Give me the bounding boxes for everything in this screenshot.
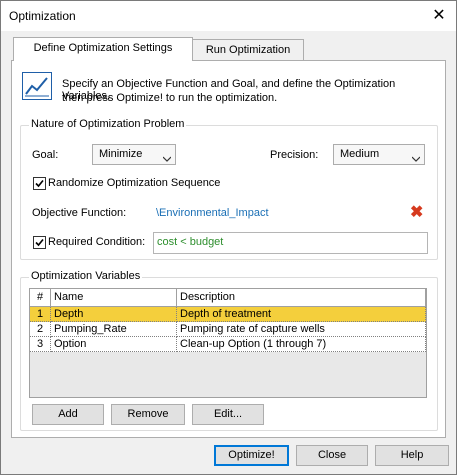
column-header-number[interactable]: # [30,289,51,307]
precision-label: Precision: [270,149,319,161]
help-button[interactable]: Help [375,445,449,466]
optimize-button[interactable]: Optimize! [214,445,289,466]
edit-button[interactable]: Edit... [192,404,264,425]
required-condition-label: Required Condition: [48,236,146,248]
required-condition-input[interactable]: cost < budget [153,232,428,254]
row-description: Clean-up Option (1 through 7) [177,337,426,352]
remove-button[interactable]: Remove [111,404,185,425]
close-button[interactable]: Close [296,445,368,466]
checkmark-icon [35,179,44,188]
precision-value: Medium [340,148,380,160]
goal-value: Minimize [99,148,143,160]
window-title: Optimization [9,9,76,23]
table-row[interactable]: 1 Depth Depth of treatment [30,307,426,322]
close-window-icon[interactable]: ✕ [422,1,456,31]
goal-dropdown[interactable]: Minimize [92,144,176,165]
table-row[interactable]: 3 Option Clean-up Option (1 through 7) [30,337,426,352]
tab-label: Run Optimization [205,44,291,56]
row-name: Depth [51,307,177,322]
tab-run-optimization[interactable]: Run Optimization [192,39,304,61]
objective-function-link[interactable]: \Environmental_Impact [156,207,269,219]
row-name: Option [51,337,177,352]
optimization-dialog: Optimization ✕ Define Optimization Setti… [0,0,457,475]
row-number: 3 [30,337,51,352]
checkmark-icon [35,238,44,247]
tab-define-settings[interactable]: Define Optimization Settings [13,37,193,61]
column-header-name[interactable]: Name [51,289,177,307]
row-description: Depth of treatment [177,307,426,322]
chevron-down-icon [411,151,421,162]
row-number: 1 [30,307,51,322]
delete-icon[interactable]: ✖ [410,202,423,222]
intro-text-line2: then press Optimize! to run the optimiza… [62,92,278,104]
randomize-label: Randomize Optimization Sequence [48,177,221,189]
row-name: Pumping_Rate [51,322,177,337]
row-number: 2 [30,322,51,337]
required-condition-checkbox[interactable] [33,236,46,249]
add-button[interactable]: Add [32,404,104,425]
row-description: Pumping rate of capture wells [177,322,426,337]
title-bar: Optimization ✕ [1,1,456,31]
nature-group-label: Nature of Optimization Problem [29,118,187,130]
column-header-description[interactable]: Description [177,289,426,307]
variables-group-label: Optimization Variables [29,270,143,282]
settings-panel: Specify an Objective Function and Goal, … [11,60,446,438]
randomize-checkbox[interactable] [33,177,46,190]
tab-label: Define Optimization Settings [33,42,173,54]
precision-dropdown[interactable]: Medium [333,144,425,165]
objective-function-label: Objective Function: [32,207,127,219]
table-row[interactable]: 2 Pumping_Rate Pumping rate of capture w… [30,322,426,337]
chevron-down-icon [162,151,172,162]
goal-label: Goal: [32,149,59,161]
variables-table: # Name Description 1 Depth Depth of trea… [29,288,427,398]
required-condition-value: cost < budget [157,236,224,248]
chart-icon [22,72,52,100]
